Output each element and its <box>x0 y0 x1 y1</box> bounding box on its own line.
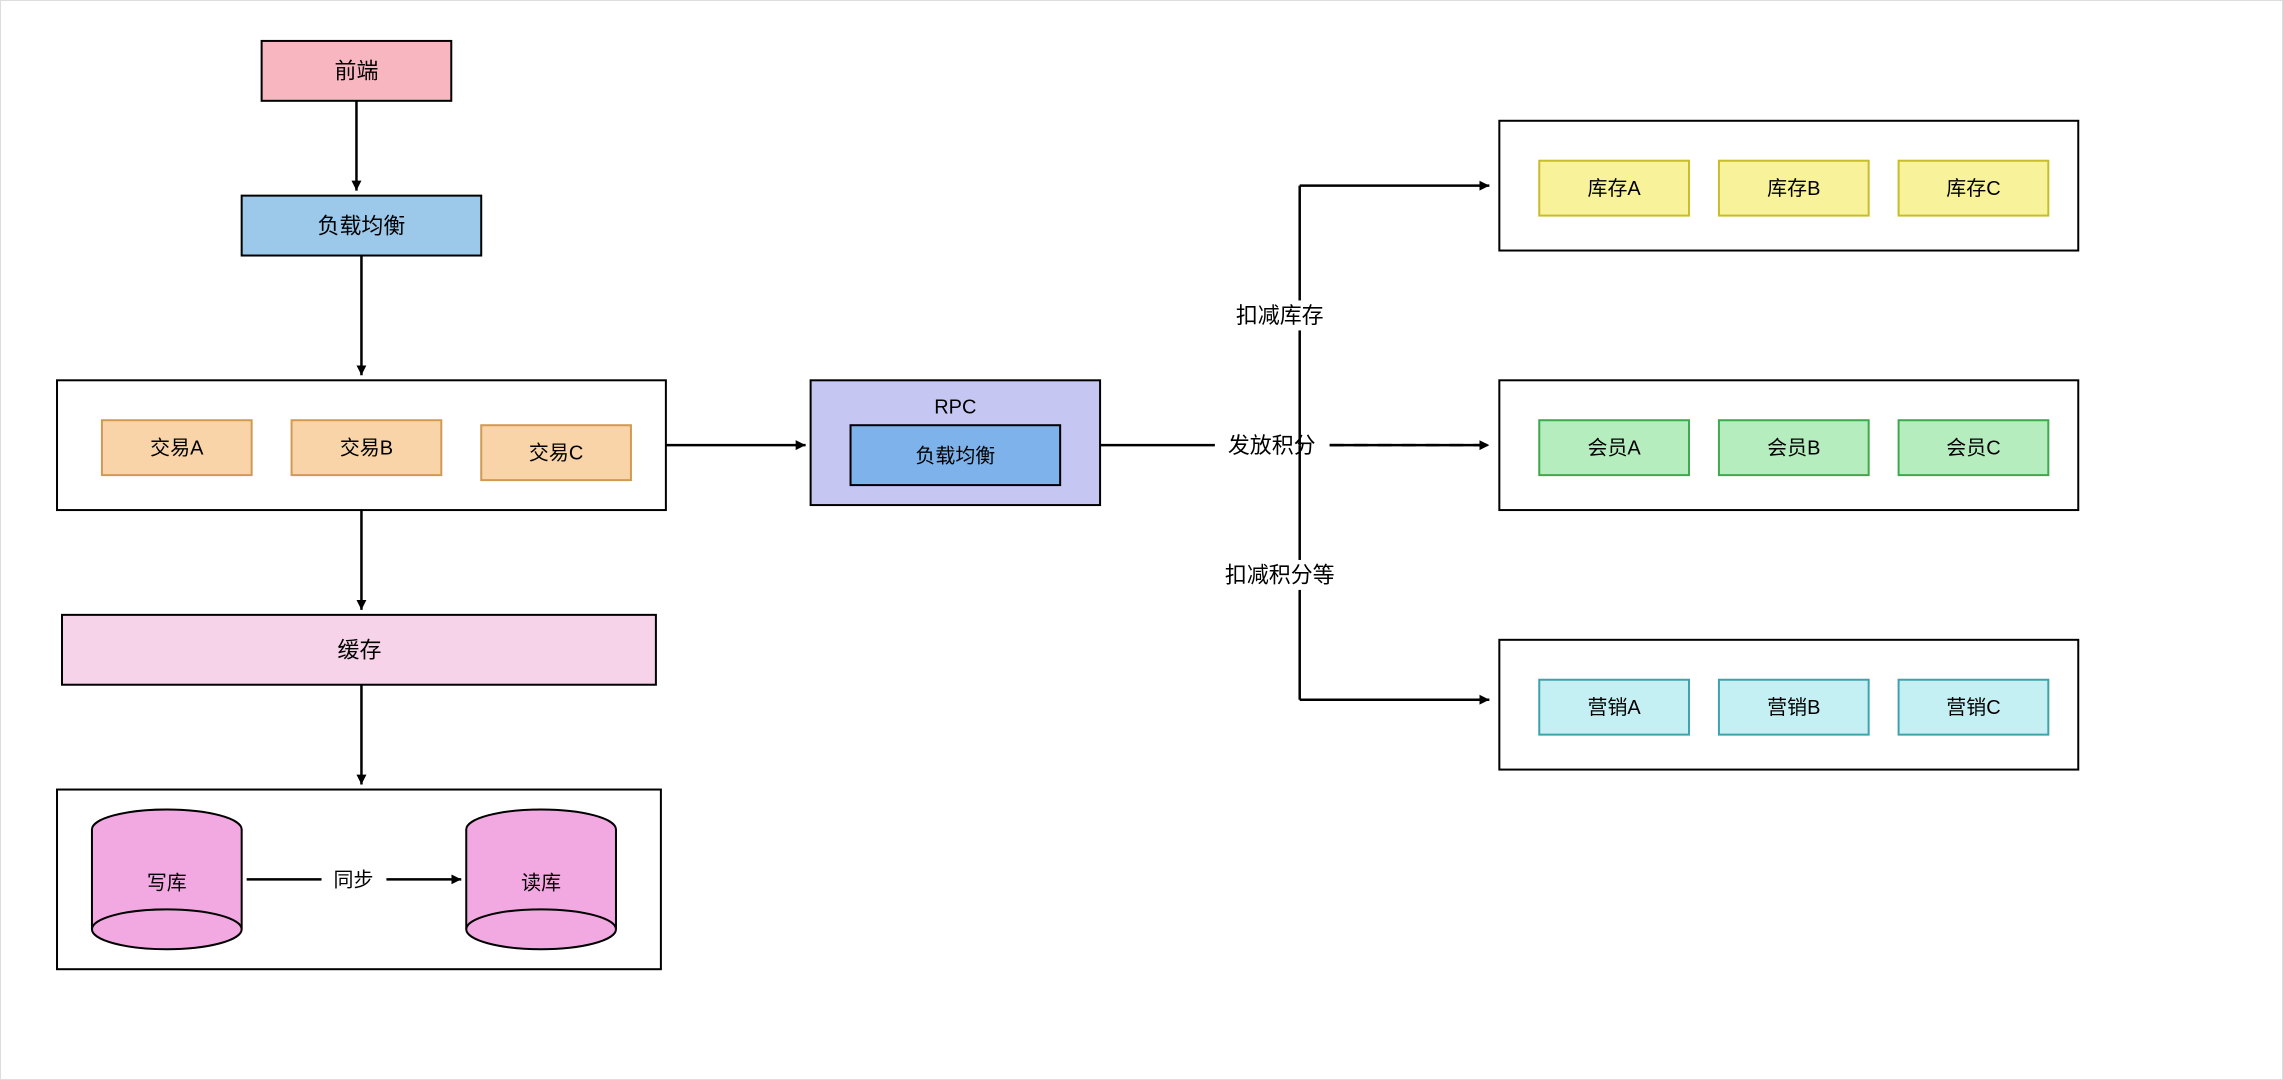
stockC-label: 库存C <box>1946 177 2000 200</box>
rpc-box: RPC 负载均衡 <box>811 380 1100 505</box>
rpc-title: RPC <box>934 397 976 419</box>
write-db-cylinder: 写库 <box>92 810 242 950</box>
rpc-lb-label: 负载均衡 <box>915 444 995 467</box>
frontend-box: 前端 <box>262 41 452 101</box>
read-db-label: 读库 <box>521 872 561 895</box>
lb-box: 负载均衡 <box>242 196 482 256</box>
write-db-label: 写库 <box>147 872 187 895</box>
memberA-label: 会员A <box>1588 436 1642 459</box>
ded-points-label: 扣减积分等 <box>1225 563 1335 588</box>
memberC-label: 会员C <box>1946 436 2000 459</box>
stock-group: 库存A 库存B 库存C <box>1499 121 2078 251</box>
ded-stock-label: 扣减库存 <box>1236 303 1324 328</box>
cache-box: 缓存 <box>62 615 656 685</box>
trxA-label: 交易A <box>150 436 204 459</box>
lb-label: 负载均衡 <box>318 213 406 238</box>
mktA-label: 营销A <box>1588 696 1642 719</box>
read-db-cylinder: 读库 <box>466 810 616 950</box>
stockA-label: 库存A <box>1588 177 1642 200</box>
trxB-label: 交易B <box>340 436 393 459</box>
mktC-label: 营销C <box>1946 696 2000 719</box>
member-group: 会员A 会员B 会员C <box>1499 380 2078 510</box>
db-group: 写库 读库 同步 <box>57 790 661 970</box>
diagram-canvas: 前端 负载均衡 交易A 交易B 交易C 缓存 写库 <box>0 0 2283 1080</box>
sync-label: 同步 <box>334 869 374 892</box>
memberB-label: 会员B <box>1767 436 1820 459</box>
cache-label: 缓存 <box>338 638 382 663</box>
trx-group: 交易A 交易B 交易C <box>57 380 666 510</box>
mkt-group: 营销A 营销B 营销C <box>1499 640 2078 770</box>
trxC-label: 交易C <box>529 441 583 464</box>
issue-points-label: 发放积分 <box>1228 433 1316 458</box>
frontend-label: 前端 <box>335 59 379 84</box>
mktB-label: 营销B <box>1767 696 1820 719</box>
stockB-label: 库存B <box>1767 177 1820 200</box>
